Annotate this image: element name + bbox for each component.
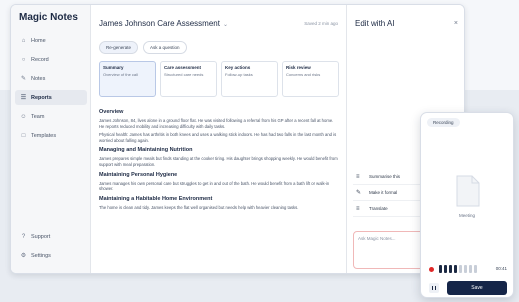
card-description: Follow-up tasks: [225, 72, 253, 77]
record-dot-icon: [429, 266, 434, 272]
action-label: Translate: [369, 206, 388, 211]
sidebar-bottom-nav: ? Support ⚙ Settings: [15, 229, 87, 267]
card-title: Key actions: [225, 65, 251, 70]
section-paragraph: Physical health: James has arthritis in …: [99, 132, 337, 143]
mic-icon: ○: [21, 56, 26, 63]
panel-title: Edit with AI: [355, 19, 395, 28]
level-bar: [454, 265, 457, 273]
help-icon: ?: [21, 233, 26, 240]
card-description: Overview of the call: [103, 72, 138, 77]
template-icon: □: [21, 132, 26, 139]
list-icon: ≡: [356, 173, 360, 180]
card-description: Structured care needs: [164, 72, 204, 77]
team-icon: ☺: [20, 113, 27, 120]
document-title: James Johnson Care Assessment: [99, 19, 220, 28]
document-icon: [456, 175, 480, 207]
section-paragraph: James Johnson, 84, lives alone in a grou…: [99, 118, 334, 129]
level-bar: [474, 265, 477, 273]
sidebar-item-team[interactable]: ☺ Team: [15, 109, 87, 124]
recorder-widget: Recording Meeting 00:41 Save: [420, 112, 514, 298]
sidebar-item-home[interactable]: ⌂ Home: [15, 33, 87, 48]
page-title[interactable]: James Johnson Care Assessment ⌄: [99, 19, 228, 28]
sidebar-item-label: Settings: [31, 252, 51, 259]
pause-button[interactable]: [429, 283, 439, 293]
regenerate-button[interactable]: Re-generate: [99, 41, 139, 54]
brand-logo: Magic Notes: [19, 12, 78, 23]
pause-bar: [434, 286, 437, 290]
card-title: Care assessment: [164, 65, 202, 70]
sidebar-item-label: Support: [31, 233, 51, 240]
pause-bar: [431, 286, 434, 290]
sidebar-item-label: Notes: [31, 75, 46, 82]
action-label: Make it formal: [369, 190, 398, 195]
level-bar: [464, 265, 467, 273]
lines-icon: ≡: [356, 205, 360, 212]
action-chips: Re-generate Ask a question: [99, 41, 187, 54]
section-paragraph: James prepares simple meals but finds st…: [99, 156, 338, 167]
template-card[interactable]: Key actions Follow-up tasks: [221, 61, 278, 97]
document-body[interactable]: Overview James Johnson, 84, lives alone i…: [99, 105, 339, 213]
sidebar-item-templates[interactable]: □ Templates: [15, 128, 87, 143]
action-label: Summarise this: [369, 174, 401, 179]
level-bar: [439, 265, 442, 273]
save-button[interactable]: Save: [447, 281, 507, 295]
section-heading: Maintaining Personal Hygiene: [99, 171, 178, 178]
gear-icon: ⚙: [20, 253, 27, 259]
ask-question-button[interactable]: Ask a question: [143, 41, 187, 54]
sidebar-item-label: Home: [31, 37, 46, 44]
close-icon[interactable]: ×: [454, 20, 458, 27]
file-label: Meeting: [458, 213, 475, 218]
recording-badge: Recording: [427, 118, 460, 127]
pen-icon: ✎: [356, 190, 362, 196]
chevron-down-icon[interactable]: ⌄: [223, 22, 228, 28]
recording-timer: 00:41: [495, 266, 507, 271]
sidebar-item-support[interactable]: ? Support: [15, 229, 87, 244]
sidebar-nav: ⌂ Home ○ Record ✎ Notes ☰ Reports ☺ Team □ Template…: [15, 33, 87, 147]
sidebar-item-record[interactable]: ○ Record: [15, 52, 87, 67]
template-cards: Summary Overview of the call Care assessme…: [99, 61, 339, 97]
level-bar: [469, 265, 472, 273]
section-heading: Maintaining a Habitable Home Environment: [99, 195, 213, 202]
level-bar: [449, 265, 452, 273]
sidebar-item-label: Reports: [31, 94, 52, 101]
sidebar-item-label: Templates: [31, 132, 57, 139]
report-icon: ☰: [20, 95, 27, 101]
sidebar-item-notes[interactable]: ✎ Notes: [15, 71, 87, 86]
card-title: Risk review: [286, 65, 311, 70]
sidebar-item-settings[interactable]: ⚙ Settings: [15, 248, 87, 263]
template-card[interactable]: Summary Overview of the call: [99, 61, 156, 97]
app-window: Magic Notes ⌂ Home ○ Record ✎ Notes ☰ Reports ☺ T…: [10, 4, 465, 274]
template-card[interactable]: Care assessment Structured care needs: [160, 61, 217, 97]
home-icon: ⌂: [21, 37, 26, 44]
audio-level-meter: [429, 265, 477, 273]
level-bar: [444, 265, 447, 273]
section-paragraph: James manages his own personal care but …: [99, 180, 330, 192]
card-description: Concerns and risks: [286, 72, 321, 77]
section-paragraph: The home is clean and tidy. James keeps …: [99, 204, 299, 210]
template-card[interactable]: Risk review Concerns and risks: [282, 61, 339, 97]
section-heading: Overview: [99, 109, 124, 115]
document-editor: James Johnson Care Assessment ⌄ Saved 2 m…: [91, 5, 346, 273]
sidebar: Magic Notes ⌂ Home ○ Record ✎ Notes ☰ Reports ☺ T…: [11, 5, 91, 273]
note-icon: ✎: [20, 76, 27, 82]
card-title: Summary: [103, 65, 124, 70]
sidebar-item-label: Team: [31, 113, 45, 120]
save-status: Saved 2 min ago: [304, 21, 338, 26]
sidebar-item-reports[interactable]: ☰ Reports: [15, 90, 87, 105]
sidebar-item-label: Record: [31, 56, 49, 63]
level-bar: [459, 265, 462, 273]
section-heading: Managing and Maintaining Nutrition: [99, 147, 193, 154]
